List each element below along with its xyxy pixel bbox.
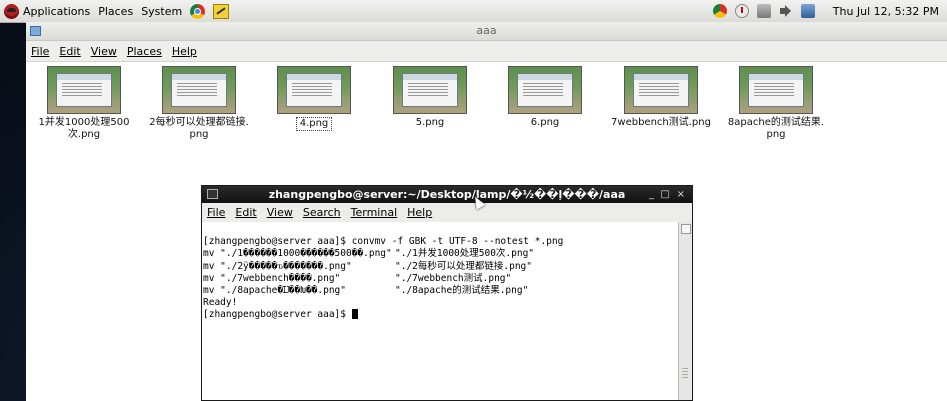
- file-manager-menubar: File Edit View Places Help: [26, 41, 947, 62]
- update-icon[interactable]: [734, 4, 749, 18]
- file-item[interactable]: 1并发1000处理500次.png: [34, 66, 134, 141]
- image-thumbnail: [277, 66, 351, 114]
- terminal-text: "./2每秒可以处理都链接.png": [395, 260, 532, 272]
- window-title: aaa: [476, 24, 497, 37]
- terminal-line: [zhangpengbo@server aaa]$ convmv -f GBK …: [203, 236, 678, 248]
- terminal-titlebar[interactable]: zhangpengbo@server:~/Desktop/lamp/�½��ļ�…: [202, 186, 692, 203]
- menu-help[interactable]: Help: [402, 206, 437, 219]
- terminal-title: zhangpengbo@server:~/Desktop/lamp/�½��ļ�…: [268, 188, 626, 201]
- chrome-launcher[interactable]: [186, 0, 209, 22]
- image-thumbnail: [624, 66, 698, 114]
- image-thumbnail: [162, 66, 236, 114]
- terminal-line: mv "./7webbench����.png" "./7webbench测试.p…: [203, 273, 678, 285]
- terminal-prompt: [zhangpengbo@server aaa]$: [203, 309, 352, 321]
- file-item[interactable]: 8apache的测试结果.png: [726, 66, 826, 141]
- users-icon[interactable]: [800, 4, 815, 18]
- menu-file[interactable]: File: [202, 206, 230, 219]
- terminal-line: Ready!: [203, 297, 678, 309]
- terminal-scrollbar[interactable]: [678, 222, 692, 400]
- terminal-line: mv "./8apache�Ĳ��Խ��.png" "./8apache的测试结果…: [203, 285, 678, 297]
- terminal-text: mv "./8apache�Ĳ��Խ��.png": [203, 284, 346, 296]
- file-name: 5.png: [415, 117, 445, 128]
- menu-places[interactable]: Places: [122, 45, 167, 58]
- scroll-grip[interactable]: [682, 368, 688, 378]
- file-item[interactable]: 2每秒可以处理都链接.png: [149, 66, 249, 141]
- top-panel: Applications Places System Thu Jul 12, 5…: [0, 0, 947, 23]
- file-item-selected[interactable]: 4.png: [264, 66, 364, 131]
- text-cursor: [351, 309, 358, 320]
- terminal-text: "./8apache的测试结果.png": [395, 284, 529, 296]
- network-icon[interactable]: [756, 4, 771, 18]
- file-name: 1并发1000处理500次.png: [38, 117, 130, 140]
- file-name: 6.png: [530, 117, 560, 128]
- close-button[interactable]: ×: [677, 186, 685, 203]
- file-manager-titlebar[interactable]: aaa: [26, 22, 947, 41]
- menu-view[interactable]: View: [262, 206, 298, 219]
- clock[interactable]: Thu Jul 12, 5:32 PM: [819, 5, 947, 18]
- image-thumbnail: [739, 66, 813, 114]
- minimize-button[interactable]: _: [649, 186, 654, 203]
- terminal-line: mv "./2ÿ�����ԏ�������.png" "./2每秒可以处理都链接.…: [203, 261, 678, 273]
- file-item[interactable]: 5.png: [380, 66, 480, 129]
- maximize-button[interactable]: □: [661, 186, 670, 203]
- system-tray: Thu Jul 12, 5:32 PM: [709, 0, 947, 22]
- applications-label: Applications: [23, 4, 91, 18]
- volume-icon[interactable]: [779, 4, 793, 18]
- fedora-logo-icon: [4, 3, 19, 19]
- image-thumbnail: [508, 66, 582, 114]
- terminal-menubar: File Edit View Search Terminal Help: [202, 203, 692, 223]
- terminal-text: "./1并发1000处理500次.png": [395, 248, 535, 260]
- chrome-icon[interactable]: [712, 4, 727, 18]
- file-item[interactable]: 7webbench测试.png: [611, 66, 711, 129]
- applications-menu[interactable]: Applications: [0, 0, 94, 22]
- terminal-text: mv "./2ÿ�����ԏ�������.png": [203, 260, 352, 272]
- file-name: 2每秒可以处理都链接.png: [149, 117, 249, 140]
- menu-view[interactable]: View: [86, 45, 122, 58]
- system-menu[interactable]: System: [137, 0, 186, 22]
- terminal-prompt-line: [zhangpengbo@server aaa]$: [203, 309, 678, 321]
- terminal-text: Ready!: [203, 297, 238, 309]
- image-thumbnail: [47, 66, 121, 114]
- chrome-icon: [190, 3, 206, 19]
- edit-icon: [213, 3, 230, 19]
- file-name: 7webbench测试.png: [611, 117, 711, 128]
- menu-terminal[interactable]: Terminal: [346, 206, 403, 219]
- menu-help[interactable]: Help: [167, 45, 202, 58]
- menu-edit[interactable]: Edit: [54, 45, 85, 58]
- terminal-output[interactable]: [zhangpengbo@server aaa]$ convmv -f GBK …: [202, 222, 679, 400]
- terminal-window: zhangpengbo@server:~/Desktop/lamp/�½��ļ�…: [201, 185, 693, 401]
- menu-search[interactable]: Search: [298, 206, 346, 219]
- terminal-text: "./7webbench测试.png": [395, 272, 512, 284]
- menu-edit[interactable]: Edit: [230, 206, 261, 219]
- file-item[interactable]: 6.png: [495, 66, 595, 129]
- places-menu[interactable]: Places: [94, 0, 137, 22]
- file-name: 4.png: [295, 117, 333, 131]
- terminal-text: [zhangpengbo@server aaa]$ convmv -f GBK …: [203, 236, 564, 248]
- editor-launcher[interactable]: [209, 0, 233, 22]
- terminal-text: mv "./1������1000������500��.png": [203, 248, 392, 260]
- file-name: 8apache的测试结果.png: [727, 117, 825, 140]
- terminal-line: mv "./1������1000������500��.png" "./1并发1…: [203, 248, 678, 260]
- terminal-text: mv "./7webbench����.png": [203, 272, 341, 284]
- image-thumbnail: [393, 66, 467, 114]
- scroll-up-arrow-icon[interactable]: [681, 224, 691, 234]
- menu-file[interactable]: File: [26, 45, 54, 58]
